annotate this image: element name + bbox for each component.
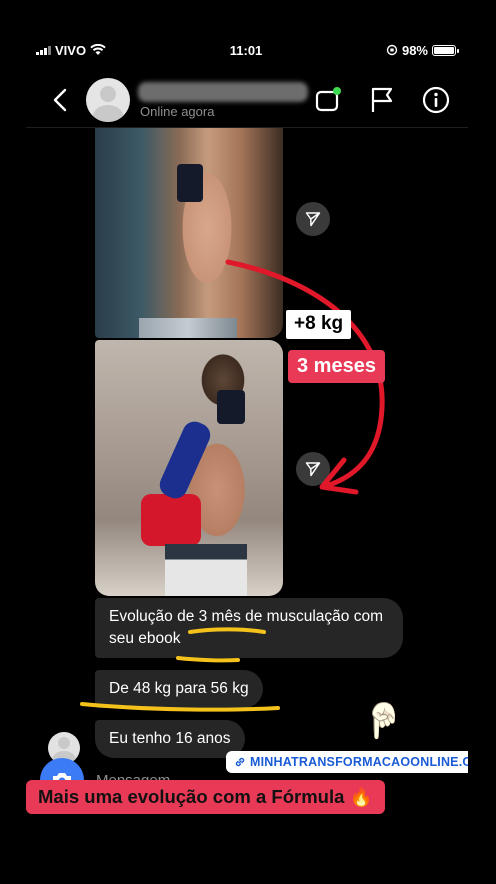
before-photo[interactable] (95, 128, 283, 338)
report-button[interactable] (366, 84, 398, 116)
share-button-2[interactable] (296, 452, 330, 486)
share-button-1[interactable] (296, 202, 330, 236)
blue-sleeve (155, 417, 215, 503)
battery-icon (432, 44, 459, 56)
link-sticker-text: MINHATRANSFORMACAOONLINE.COM (250, 755, 468, 769)
flag-icon (371, 87, 393, 112)
info-button[interactable] (420, 84, 452, 116)
underwear-band (139, 318, 237, 338)
wifi-icon (90, 44, 106, 55)
message-bubble[interactable]: De 48 kg para 56 kg (95, 670, 263, 708)
video-chat-button[interactable] (312, 84, 344, 116)
phone-in-mirror (217, 390, 245, 424)
status-left: VIVO (36, 43, 106, 58)
link-sticker[interactable]: MINHATRANSFORMACAOONLINE.COM (226, 751, 468, 773)
header-actions (312, 84, 452, 116)
phone-in-mirror (177, 164, 203, 202)
status-bar: VIVO 11:01 98% (36, 40, 459, 60)
redacted-contact-name (138, 81, 308, 102)
pointing-hand-icon: ☝ (362, 701, 405, 739)
story-frame: VIVO 11:01 98% Online agora +8 kg 3 mese… (0, 0, 496, 884)
after-photo[interactable] (95, 340, 283, 596)
signal-icon (36, 45, 51, 55)
message-bubble[interactable]: Eu tenho 16 anos (95, 720, 245, 758)
weight-gain-tag: +8 kg (286, 310, 352, 339)
info-icon (422, 86, 450, 113)
status-right: 98% (386, 42, 459, 58)
back-button[interactable] (40, 80, 80, 120)
message-bubble[interactable]: Evolução de 3 mês de musculação com seu … (95, 598, 403, 658)
contact-avatar[interactable] (86, 77, 130, 122)
battery-percent: 98% (401, 42, 428, 58)
send-icon (305, 462, 321, 477)
clock-time: 11:01 (229, 42, 263, 58)
chat-header: Online agora (26, 72, 468, 128)
live-indicator-dot (333, 86, 341, 95)
duration-tag: 3 meses (288, 350, 385, 383)
presence-status: Online agora (140, 103, 215, 119)
back-chevron-icon (53, 88, 67, 111)
story-caption: Mais uma evolução com a Fórmula 🔥 (26, 780, 385, 814)
carrier-label: VIVO (55, 42, 87, 58)
red-cloth (141, 494, 201, 546)
link-icon (235, 757, 245, 767)
contact-name-block[interactable]: Online agora (138, 78, 308, 122)
orientation-lock-icon (386, 44, 398, 56)
dm-screen: VIVO 11:01 98% Online agora +8 kg 3 mese… (26, 30, 468, 820)
pants (165, 544, 247, 596)
send-icon (305, 212, 321, 227)
